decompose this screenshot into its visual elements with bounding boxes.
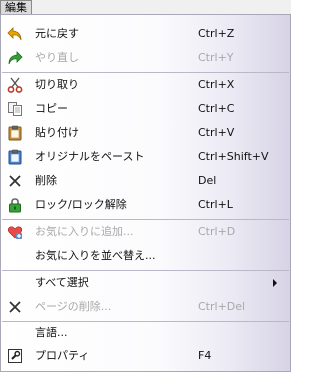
cut-label: 切り取り [35, 78, 79, 91]
sort-favorites-label: お気に入りを並べ替え... [35, 249, 156, 262]
x-delete-icon [7, 299, 23, 315]
cut-shortcut: Ctrl+X [198, 78, 235, 91]
delete-label: 削除 [35, 174, 57, 187]
menu-item-select-all[interactable]: すべて選択 [1, 271, 290, 295]
select-all-label: すべて選択 [35, 276, 89, 289]
delete-page-shortcut: Ctrl+Del [198, 300, 246, 313]
undo-arrow-icon [7, 26, 23, 42]
undo-shortcut: Ctrl+Z [198, 27, 235, 40]
menu-item-delete[interactable]: 削除 Del [1, 169, 290, 193]
menu-bar: 編集 [0, 0, 291, 14]
undo-label: 元に戻す [35, 27, 79, 40]
properties-label: プロパティ [35, 349, 90, 362]
paste-shortcut: Ctrl+V [198, 126, 235, 139]
copy-label: コピー [35, 102, 68, 115]
add-favorite-shortcut: Ctrl+D [198, 225, 236, 238]
menu-item-undo[interactable]: 元に戻す Ctrl+Z [1, 22, 290, 46]
menu-item-sort-favorites[interactable]: お気に入りを並べ替え... [1, 244, 290, 268]
padlock-icon [7, 197, 23, 213]
menu-item-properties[interactable]: プロパティ F4 [1, 344, 290, 368]
menu-item-add-favorite[interactable]: お気に入りに追加... Ctrl+D [1, 220, 290, 244]
menu-item-paste[interactable]: 貼り付け Ctrl+V [1, 121, 290, 145]
copy-shortcut: Ctrl+C [198, 102, 235, 115]
menu-item-cut[interactable]: 切り取り Ctrl+X [1, 73, 290, 97]
paste-label: 貼り付け [35, 126, 79, 139]
lock-shortcut: Ctrl+L [198, 198, 233, 211]
redo-shortcut: Ctrl+Y [198, 51, 234, 64]
menu-item-paste-original[interactable]: オリジナルをペースト Ctrl+Shift+V [1, 145, 290, 169]
edit-menu-title[interactable]: 編集 [0, 0, 32, 14]
properties-shortcut: F4 [198, 349, 212, 362]
redo-label: やり直し [35, 51, 79, 64]
menu-item-lock[interactable]: ロック/ロック解除 Ctrl+L [1, 193, 290, 217]
menu-item-redo[interactable]: やり直し Ctrl+Y [1, 46, 290, 70]
delete-shortcut: Del [198, 174, 217, 187]
menu-item-delete-page[interactable]: ページの削除... Ctrl+Del [1, 295, 290, 319]
submenu-arrow-icon [273, 279, 277, 287]
properties-wrench-icon [7, 348, 23, 364]
clipboard-icon [7, 125, 23, 141]
language-label: 言語... [35, 326, 68, 339]
lock-label: ロック/ロック解除 [35, 198, 127, 211]
copy-pages-icon [7, 101, 23, 117]
scissors-icon [7, 77, 23, 93]
heart-plus-icon [7, 224, 23, 240]
x-delete-icon [7, 173, 23, 189]
paste-original-shortcut: Ctrl+Shift+V [198, 150, 269, 163]
redo-arrow-icon [7, 50, 23, 66]
clipboard-blue-icon [7, 149, 23, 165]
add-favorite-label: お気に入りに追加... [35, 225, 134, 238]
edit-menu-dropdown: 元に戻す Ctrl+Z やり直し Ctrl+Y 切り取り Ctrl+X コピー … [0, 14, 291, 372]
delete-page-label: ページの削除... [35, 300, 112, 313]
paste-original-label: オリジナルをペースト [35, 150, 145, 163]
menu-item-copy[interactable]: コピー Ctrl+C [1, 97, 290, 121]
menu-item-language[interactable]: 言語... [1, 321, 290, 345]
